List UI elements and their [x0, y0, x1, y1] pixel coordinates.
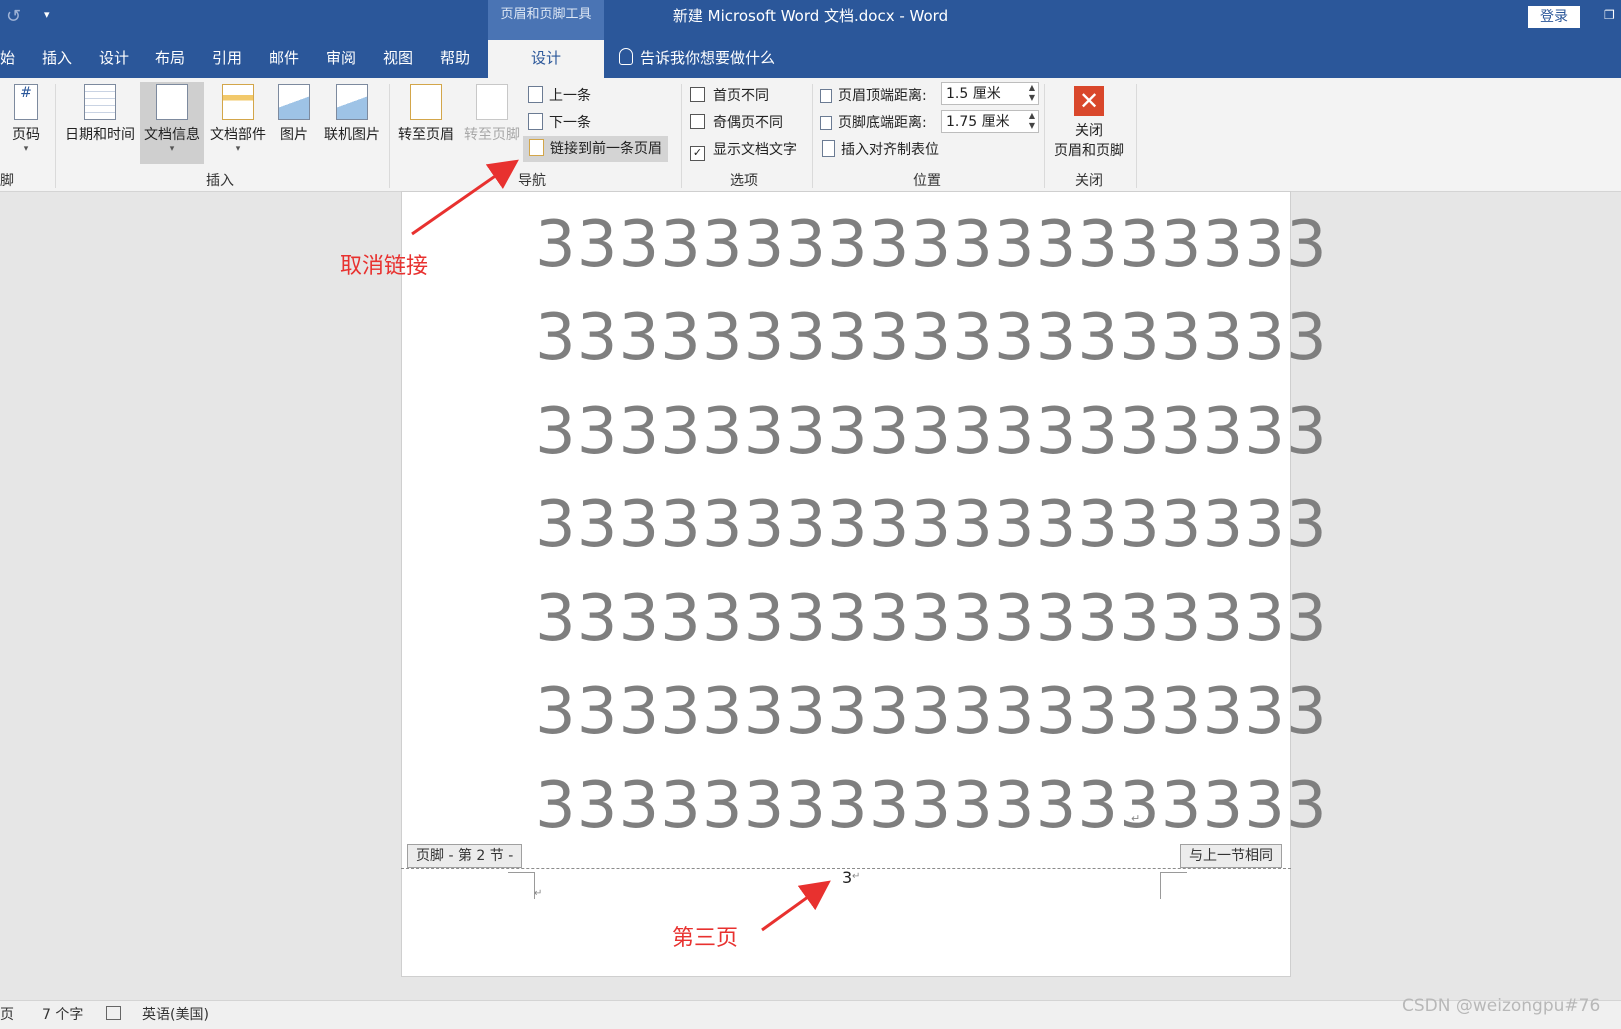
- proofing-icon[interactable]: [106, 1006, 121, 1020]
- annotation-arrows: [411, 159, 831, 932]
- status-word-count[interactable]: 7 个字: [42, 1004, 83, 1024]
- annotation-third-page: 第三页: [672, 926, 739, 951]
- watermark: CSDN @weizongpu#76: [1402, 996, 1601, 1016]
- status-language[interactable]: 英语(美国): [142, 1004, 209, 1024]
- annotation-unlink: 取消链接: [340, 254, 429, 279]
- status-page[interactable]: 页: [0, 1004, 14, 1024]
- status-bar: [0, 1000, 1621, 1029]
